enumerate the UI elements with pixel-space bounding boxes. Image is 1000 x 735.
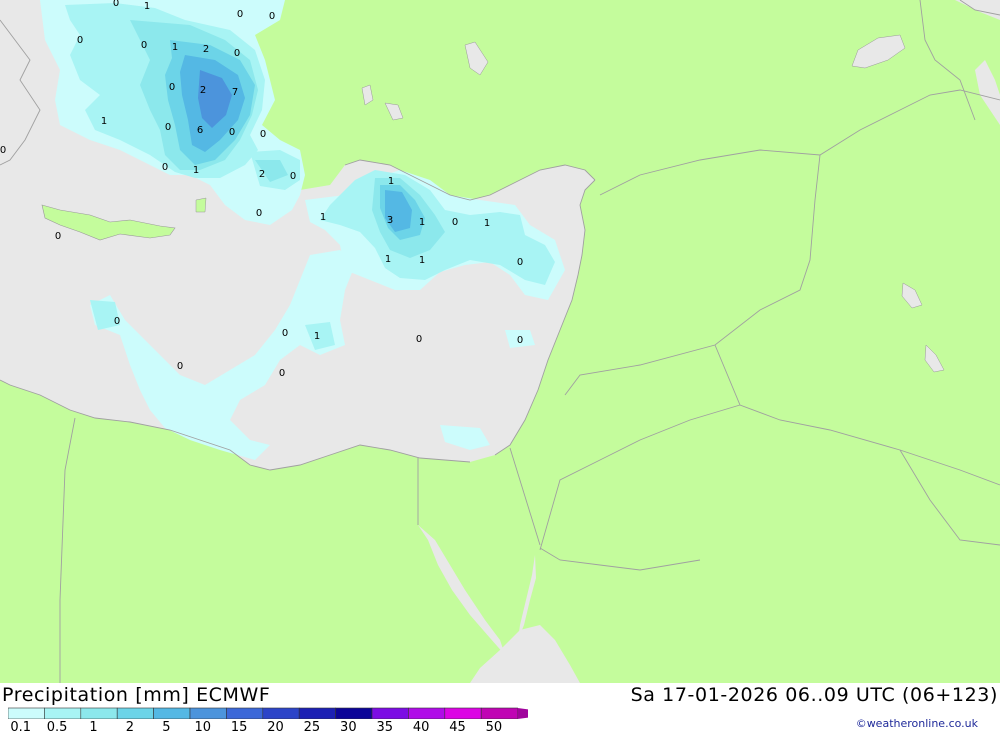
precip-value: 0	[169, 82, 175, 93]
precip-value: 0	[234, 48, 240, 59]
precip-value: 0	[55, 231, 61, 242]
map-footer: Precipitation [mm] ECMWF Sa 17-01-2026 0…	[0, 683, 1000, 735]
legend-swatch	[262, 707, 300, 719]
legend-swatch	[153, 707, 191, 719]
credit-link[interactable]: ©weatheronline.co.uk	[856, 717, 978, 730]
precipitation-map: 0 1 0 0 0 0 1 2 0 0 2 7 1 0 6 0 0 0 1 2 …	[0, 0, 1000, 683]
legend-swatch	[226, 707, 264, 719]
precip-value: 0	[282, 328, 288, 339]
precip-value: 6	[197, 125, 203, 136]
precip-value: 1	[314, 331, 320, 342]
precip-value: 0	[279, 368, 285, 379]
precip-value: 1	[101, 116, 107, 127]
legend-swatch	[480, 707, 518, 719]
precip-value: 1	[193, 165, 199, 176]
precip-value: 2	[259, 169, 265, 180]
precip-value: 1	[419, 217, 425, 228]
legend-swatch	[80, 707, 118, 719]
legend-swatch	[444, 707, 482, 719]
valid-time: Sa 17-01-2026 06..09 UTC (06+123)	[630, 684, 998, 706]
precip-value: 0	[177, 361, 183, 372]
precip-value: 1	[419, 255, 425, 266]
precip-value: 0	[77, 35, 83, 46]
legend-swatch	[371, 707, 409, 719]
legend-arrow	[517, 708, 528, 719]
precip-value: 1	[144, 1, 150, 12]
precip-value: 3	[387, 215, 393, 226]
precip-value: 0	[517, 257, 523, 268]
precip-value: 0	[165, 122, 171, 133]
precip-value: 0	[114, 316, 120, 327]
precip-value: 0	[256, 208, 262, 219]
precip-value: 0	[290, 171, 296, 182]
precip-value: 2	[200, 85, 206, 96]
legend-swatch	[408, 707, 446, 719]
precip-value: 1	[320, 212, 326, 223]
precip-value: 0	[229, 127, 235, 138]
precip-value: 0	[452, 217, 458, 228]
legend-swatch	[44, 707, 82, 719]
precip-value: 2	[203, 44, 209, 55]
precip-value: 0	[237, 9, 243, 20]
legend-swatch	[8, 707, 45, 719]
precip-value: 0	[0, 145, 6, 156]
legend-swatch	[116, 707, 154, 719]
legend-swatch	[298, 707, 336, 719]
precip-value: 0	[162, 162, 168, 173]
legend-swatch	[335, 707, 373, 719]
precip-value: 0	[416, 334, 422, 345]
precip-value: 1	[484, 218, 490, 229]
legend-swatch	[189, 707, 227, 719]
precipitation-legend	[8, 707, 528, 719]
product-title: Precipitation [mm] ECMWF	[2, 684, 271, 706]
precip-value: 7	[232, 87, 238, 98]
precip-value: 1	[172, 42, 178, 53]
precip-value: 0	[113, 0, 119, 9]
precip-value: 0	[517, 335, 523, 346]
precip-value: 0	[269, 11, 275, 22]
precip-value: 0	[260, 129, 266, 140]
island-small-2	[195, 197, 207, 213]
precip-value: 0	[141, 40, 147, 51]
precip-value: 1	[385, 254, 391, 265]
precip-value: 1	[388, 176, 394, 187]
